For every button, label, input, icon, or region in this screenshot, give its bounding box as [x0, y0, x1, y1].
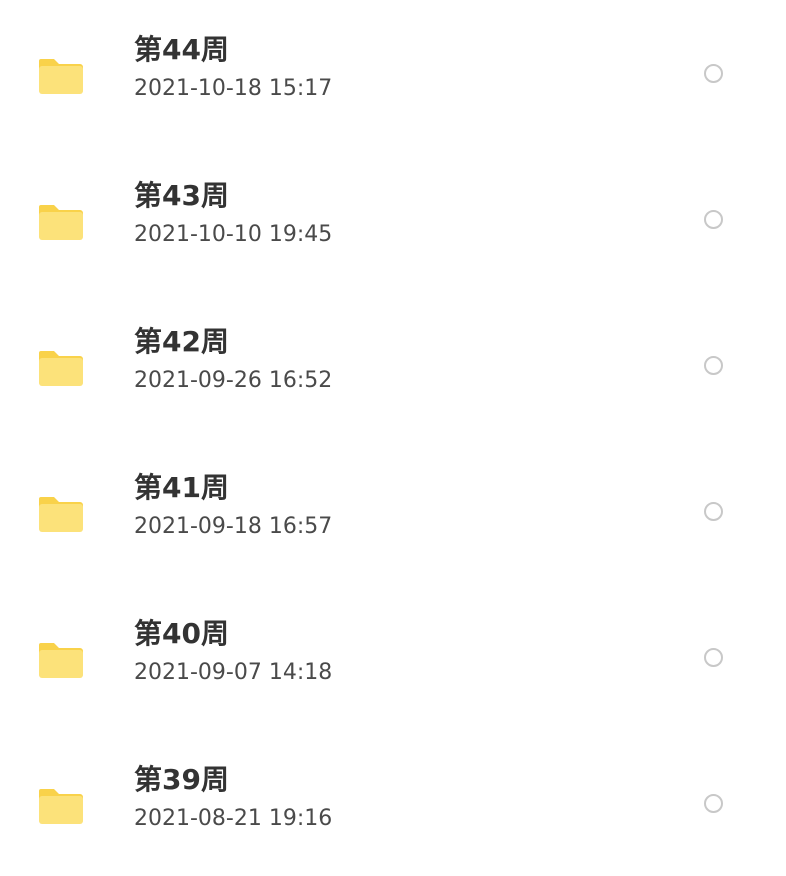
folder-title: 第44周 [134, 33, 229, 66]
folder-icon [39, 59, 83, 94]
folder-icon [39, 643, 83, 678]
folder-icon [39, 205, 83, 240]
folder-row[interactable]: 第40周 2021-09-07 14:18 [0, 584, 786, 730]
folder-date: 2021-09-18 16:57 [134, 514, 333, 539]
folder-title: 第42周 [134, 325, 229, 358]
folder-date: 2021-10-10 19:45 [134, 222, 333, 247]
folder-date: 2021-09-26 16:52 [134, 368, 333, 393]
folder-icon [39, 497, 83, 532]
folder-icon [39, 351, 83, 386]
folder-icon [39, 789, 83, 824]
folder-row[interactable]: 第44周 2021-10-18 15:17 [0, 0, 786, 146]
folder-date: 2021-10-18 15:17 [134, 76, 333, 101]
folder-title: 第39周 [134, 763, 229, 796]
folder-title: 第43周 [134, 179, 229, 212]
folder-title: 第40周 [134, 617, 229, 650]
radio-circle-icon[interactable] [704, 356, 723, 375]
folder-date: 2021-09-07 14:18 [134, 660, 333, 685]
folder-row[interactable]: 第39周 2021-08-21 19:16 [0, 730, 786, 876]
folder-row[interactable]: 第42周 2021-09-26 16:52 [0, 292, 786, 438]
folder-date: 2021-08-21 19:16 [134, 806, 333, 831]
folder-row[interactable]: 第41周 2021-09-18 16:57 [0, 438, 786, 584]
folder-title: 第41周 [134, 471, 229, 504]
folder-list: 第44周 2021-10-18 15:17 第43周 2021-10-10 19… [0, 0, 786, 872]
radio-circle-icon[interactable] [704, 64, 723, 83]
folder-row[interactable]: 第43周 2021-10-10 19:45 [0, 146, 786, 292]
radio-circle-icon[interactable] [704, 648, 723, 667]
radio-circle-icon[interactable] [704, 502, 723, 521]
radio-circle-icon[interactable] [704, 794, 723, 813]
radio-circle-icon[interactable] [704, 210, 723, 229]
